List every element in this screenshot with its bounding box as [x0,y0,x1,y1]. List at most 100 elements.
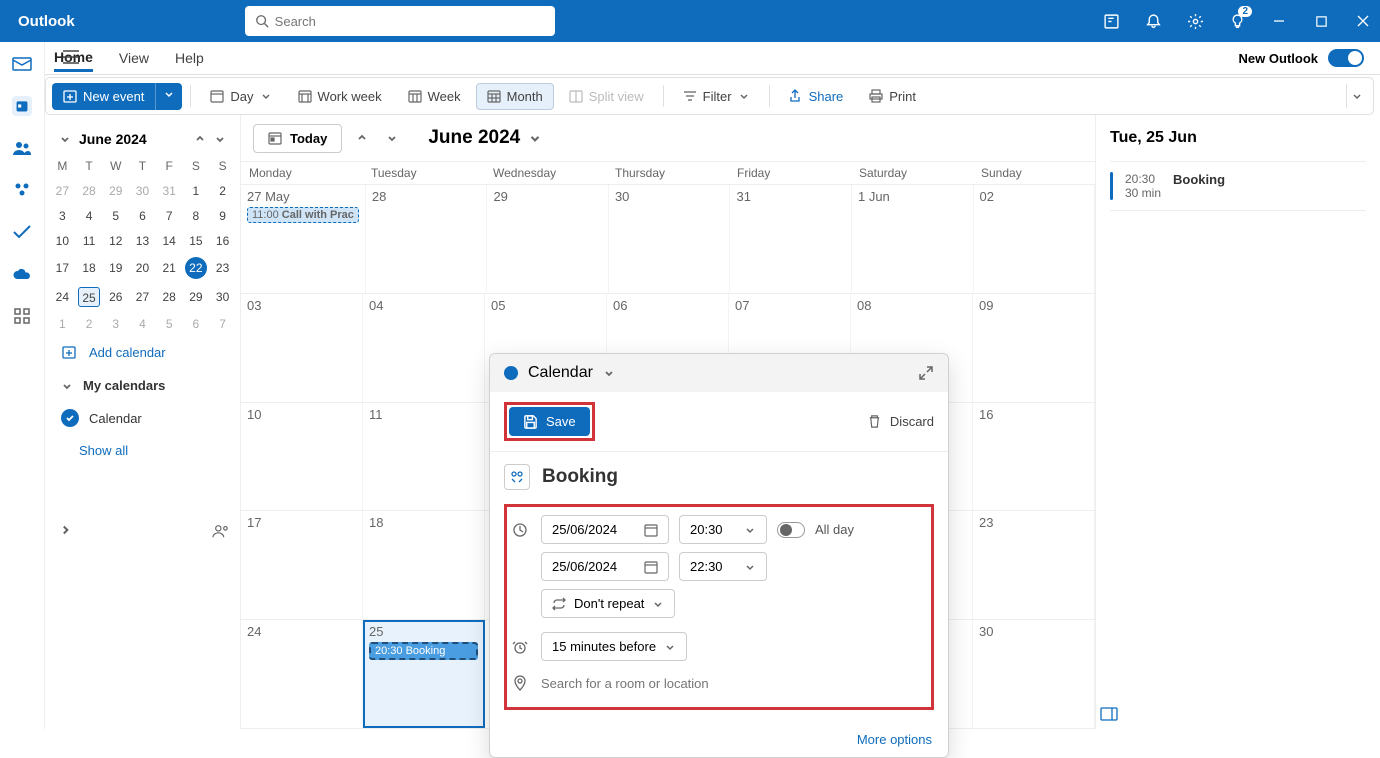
chevron-down-icon[interactable] [59,133,71,145]
add-calendar-link[interactable]: Add calendar [49,336,236,368]
day-cell[interactable]: 30 [973,620,1095,728]
close-button[interactable] [1354,12,1372,30]
rail-groups-icon[interactable] [12,180,32,200]
day-cell[interactable]: 16 [973,403,1095,511]
today-button[interactable]: Today [253,124,342,153]
mini-cal-next[interactable] [214,133,226,145]
maximize-button[interactable] [1312,12,1330,30]
settings-icon[interactable] [1186,12,1204,30]
day-cell[interactable]: 28 [366,185,488,293]
tab-view[interactable]: View [119,46,149,70]
more-options-link[interactable]: More options [490,722,948,757]
notes-icon[interactable] [1102,12,1120,30]
all-day-toggle[interactable] [777,522,805,538]
day-cell[interactable]: 23 [973,511,1095,619]
day-header: Saturday [851,162,973,184]
hamburger-icon[interactable] [63,50,79,64]
rail-onedrive-icon[interactable] [12,264,32,284]
print-icon [869,89,883,103]
day-header: Monday [241,162,363,184]
tips-icon[interactable]: 2 [1228,12,1246,30]
cal-next[interactable] [382,128,402,148]
save-button[interactable]: Save [509,407,590,436]
event-title-input[interactable] [542,466,934,488]
new-contact-icon[interactable] [212,523,230,539]
toolbar-overflow[interactable] [1346,84,1367,108]
rail-todo-icon[interactable] [12,222,32,242]
day-cell[interactable]: 03 [241,294,363,402]
day-cell[interactable]: 24 [241,620,363,728]
agenda-pane-icon[interactable] [1100,707,1118,721]
mini-cal-prev[interactable] [194,133,206,145]
emoji-picker-icon[interactable] [504,464,530,490]
share-icon [789,89,803,103]
day-header: Thursday [607,162,729,184]
repeat-dropdown[interactable]: Don't repeat [541,589,675,618]
popup-calendar-label[interactable]: Calendar [528,364,593,382]
view-day-button[interactable]: Day [199,83,282,110]
rail-apps-icon[interactable] [12,306,32,326]
view-month-button[interactable]: Month [476,83,554,110]
day-cell[interactable]: 29 [487,185,609,293]
start-date-input[interactable]: 25/06/2024 [541,515,669,544]
rail-mail-icon[interactable] [12,54,32,74]
rail-calendar-icon[interactable] [12,96,32,116]
calendar-item[interactable]: Calendar [49,403,236,433]
location-input[interactable] [541,676,925,691]
end-date-input[interactable]: 25/06/2024 [541,552,669,581]
day-cell[interactable]: 31 [730,185,852,293]
day-cell[interactable]: 10 [241,403,363,511]
start-time-input[interactable]: 20:30 [679,515,767,544]
calendar-icon [644,560,658,574]
new-outlook-label: New Outlook [1239,51,1318,66]
day-cell[interactable]: 17 [241,511,363,619]
bell-icon[interactable] [1144,12,1162,30]
day-header: Wednesday [485,162,607,184]
minimize-button[interactable] [1270,12,1288,30]
share-button[interactable]: Share [778,83,855,110]
tips-badge: 2 [1238,6,1252,17]
tab-help[interactable]: Help [175,46,204,70]
chevron-right-icon[interactable] [58,523,72,537]
search-box[interactable] [245,6,555,36]
cal-prev[interactable] [352,128,372,148]
show-all-link[interactable]: Show all [49,433,236,468]
day-cell[interactable]: 04 [363,294,485,402]
rp-date: Tue, 25 Jun [1110,129,1366,147]
new-event-chevron[interactable] [155,83,182,110]
view-week-button[interactable]: Week [397,83,472,110]
new-event-button[interactable]: New event [52,83,182,110]
rp-event-title: Booking [1173,172,1225,200]
day-cell[interactable]: 30 [609,185,731,293]
mini-calendar[interactable]: MTWTFSS 272829303112 3456789 10111213141… [49,153,236,336]
day-cell[interactable]: 18 [363,511,485,619]
day-cell[interactable]: 09 [973,294,1095,402]
day-cell[interactable]: 11 [363,403,485,511]
calendar-check-icon [61,409,79,427]
expand-icon[interactable] [918,365,934,381]
chevron-down-icon[interactable] [603,367,615,379]
end-time-input[interactable]: 22:30 [679,552,767,581]
rp-event-time: 20:30 [1125,172,1161,186]
filter-button[interactable]: Filter [672,83,761,110]
view-workweek-button[interactable]: Work week [287,83,393,110]
rp-event-item[interactable]: 20:30 30 min Booking [1110,161,1366,211]
new-outlook-toggle[interactable] [1328,49,1364,67]
search-input[interactable] [275,14,545,29]
print-button[interactable]: Print [858,83,927,110]
my-calendars-section[interactable]: My calendars [49,368,236,403]
calendar-event[interactable]: 20:30 Booking [369,642,478,660]
alarm-icon [509,639,531,655]
chevron-down-icon [664,641,676,653]
calendar-event[interactable]: 11:00 Call with Prac [247,207,359,223]
chevron-down-icon[interactable] [528,131,542,145]
rail-people-icon[interactable] [12,138,32,158]
day-cell[interactable]: 27 May11:00 Call with Prac [241,185,366,293]
chevron-down-icon [738,90,750,102]
day-cell-selected[interactable]: 2520:30 Booking [363,620,485,728]
event-color-bar [1110,172,1113,200]
day-cell[interactable]: 1 Jun [852,185,974,293]
discard-button[interactable]: Discard [867,414,934,429]
reminder-dropdown[interactable]: 15 minutes before [541,632,687,661]
day-cell[interactable]: 02 [974,185,1096,293]
